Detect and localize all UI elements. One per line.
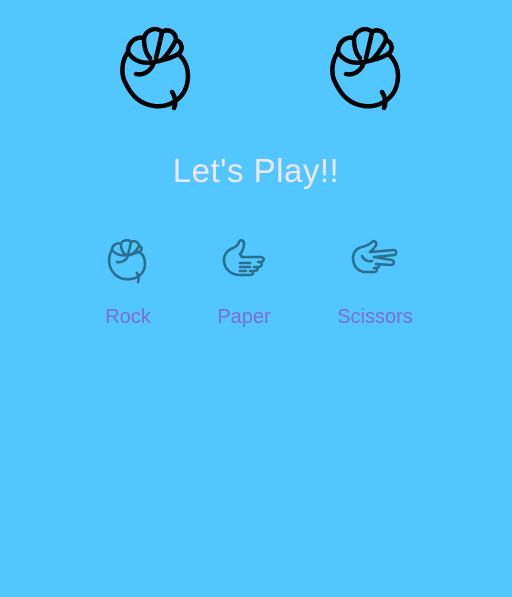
rock-choice-button[interactable]: Rock <box>73 236 183 336</box>
scissors-choice-button[interactable]: Scissors <box>320 236 430 336</box>
page-title: Let's Play!! <box>172 152 340 189</box>
paper-label[interactable]: Paper <box>189 306 299 329</box>
rock-label[interactable]: Rock <box>73 306 183 329</box>
paper-choice-button[interactable]: Paper <box>189 236 299 336</box>
scissors-label[interactable]: Scissors <box>320 306 430 329</box>
fist-icon <box>330 26 401 111</box>
rock-fist-icon[interactable] <box>104 236 152 284</box>
scissors-hand-icon[interactable] <box>350 236 398 284</box>
paper-hand-icon[interactable] <box>220 236 268 284</box>
fist-icon <box>120 26 191 111</box>
player-hand-right <box>324 22 404 114</box>
player-hand-left <box>114 22 194 114</box>
